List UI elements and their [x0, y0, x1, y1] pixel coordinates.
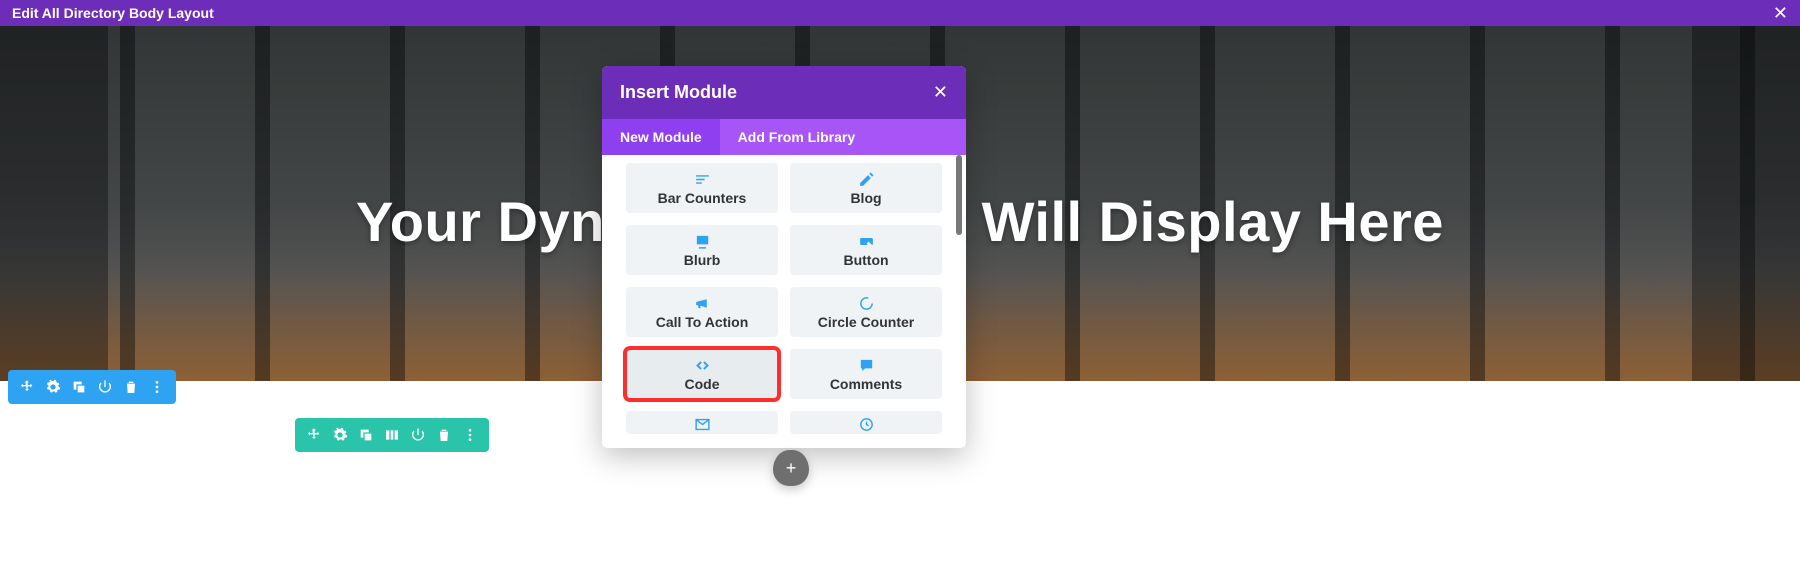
- module-label: Comments: [830, 376, 902, 392]
- code-icon: [694, 357, 711, 374]
- comments-icon: [858, 357, 875, 374]
- modal-tabs: New Module Add From Library: [602, 119, 966, 155]
- module-label: Blog: [850, 190, 881, 206]
- module-contact-form[interactable]: [626, 411, 778, 434]
- section-toolbar: [8, 370, 176, 404]
- module-label: Code: [685, 376, 720, 392]
- module-blog[interactable]: Blog: [790, 163, 942, 213]
- add-button[interactable]: +: [773, 450, 809, 486]
- more-icon[interactable]: [146, 376, 168, 398]
- duplicate-icon[interactable]: [68, 376, 90, 398]
- module-countdown[interactable]: [790, 411, 942, 434]
- module-label: Circle Counter: [818, 314, 914, 330]
- pencil-icon: [858, 171, 875, 188]
- module-bar-counters[interactable]: Bar Counters: [626, 163, 778, 213]
- module-blurb[interactable]: Blurb: [626, 225, 778, 275]
- module-comments[interactable]: Comments: [790, 349, 942, 399]
- module-button[interactable]: Button: [790, 225, 942, 275]
- plus-icon: +: [786, 458, 797, 479]
- tab-add-from-library[interactable]: Add From Library: [720, 119, 873, 155]
- button-icon: [858, 233, 875, 250]
- top-bar: Edit All Directory Body Layout ✕: [0, 0, 1800, 26]
- row-toolbar: [295, 418, 489, 452]
- move-icon[interactable]: [16, 376, 38, 398]
- move-icon[interactable]: [303, 424, 325, 446]
- bars-icon: [694, 171, 711, 188]
- tab-new-module[interactable]: New Module: [602, 119, 720, 155]
- module-label: Bar Counters: [658, 190, 747, 206]
- duplicate-icon[interactable]: [355, 424, 377, 446]
- mail-icon: [694, 416, 711, 433]
- clock-icon: [858, 416, 875, 433]
- power-icon[interactable]: [94, 376, 116, 398]
- trash-icon[interactable]: [120, 376, 142, 398]
- circle-counter-icon: [858, 295, 875, 312]
- modal-header: Insert Module ✕: [602, 66, 966, 119]
- gear-icon[interactable]: [42, 376, 64, 398]
- module-list: Accordion Audio Bar Counters Blog Blurb …: [602, 155, 966, 448]
- blurb-icon: [694, 233, 711, 250]
- megaphone-icon: [694, 295, 711, 312]
- close-icon[interactable]: ✕: [1773, 3, 1788, 24]
- scrollbar[interactable]: [956, 155, 962, 235]
- module-label: Call To Action: [656, 314, 749, 330]
- modal-title: Insert Module: [620, 82, 737, 103]
- gear-icon[interactable]: [329, 424, 351, 446]
- insert-module-modal: Insert Module ✕ New Module Add From Libr…: [602, 66, 966, 448]
- trash-icon[interactable]: [433, 424, 455, 446]
- close-icon[interactable]: ✕: [933, 82, 948, 103]
- page-title: Edit All Directory Body Layout: [12, 5, 214, 21]
- module-label: Blurb: [684, 252, 721, 268]
- module-code[interactable]: Code: [626, 349, 778, 399]
- module-label: Button: [843, 252, 888, 268]
- more-icon[interactable]: [459, 424, 481, 446]
- columns-icon[interactable]: [381, 424, 403, 446]
- module-call-to-action[interactable]: Call To Action: [626, 287, 778, 337]
- module-circle-counter[interactable]: Circle Counter: [790, 287, 942, 337]
- power-icon[interactable]: [407, 424, 429, 446]
